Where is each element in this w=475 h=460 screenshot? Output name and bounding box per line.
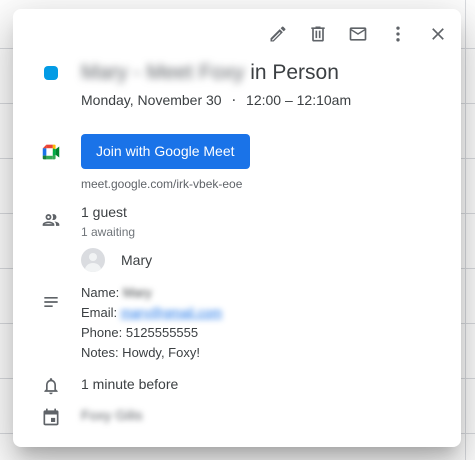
guest-count: 1 guest (81, 204, 127, 220)
color-square (44, 66, 58, 80)
guest-name: Mary (121, 252, 153, 268)
notification-bell-icon (44, 378, 58, 395)
avatar (81, 248, 105, 272)
mail-icon (349, 27, 367, 41)
bell-icon (39, 374, 63, 398)
event-title-redacted: Mary - Meet Foxy (81, 61, 245, 84)
name-value: Mary (122, 285, 152, 300)
guests-block: 1 guest 1 awaiting (81, 202, 445, 240)
event-calendar-icon (43, 408, 59, 426)
title-block: Mary - Meet Foxy in Person Monday, Novem… (81, 59, 445, 110)
trash-icon (311, 26, 325, 42)
group-icon (42, 214, 60, 226)
event-time: 12:00 – 12:10am (246, 92, 352, 108)
close-button[interactable] (425, 21, 451, 47)
meet-logo-icon (42, 144, 60, 160)
pencil-icon (270, 26, 286, 42)
join-google-meet-button[interactable]: Join with Google Meet (81, 134, 250, 169)
people-icon (39, 208, 63, 232)
event-datetime: Monday, November 30 ⋅ 12:00 – 12:10am (81, 90, 445, 110)
event-toolbar (251, 21, 451, 47)
description-block: Name: Mary Email: mary@gmail.com Phone: … (81, 283, 445, 363)
grid-line (465, 0, 466, 460)
guest-status: 1 awaiting (81, 225, 136, 239)
description-notes: Notes: Howdy, Foxy! (81, 345, 200, 360)
email-guests-button[interactable] (345, 21, 371, 47)
description-phone: Phone: 5125555555 (81, 325, 199, 340)
delete-event-button[interactable] (305, 21, 331, 47)
edit-event-button[interactable] (265, 21, 291, 47)
separator-dot: ⋅ (231, 92, 237, 108)
subject-icon (44, 297, 58, 307)
guest-item[interactable]: Mary (81, 248, 445, 272)
email-link[interactable]: mary@gmail.com (121, 305, 222, 320)
description-name: Name: Mary (81, 283, 445, 303)
description-email: Email: mary@gmail.com (81, 303, 445, 323)
email-label: Email: (81, 305, 121, 320)
calendar-name: Foxy Gilis (81, 407, 143, 423)
name-label: Name: (81, 285, 123, 300)
more-vert-icon (396, 26, 400, 42)
reminder-text: 1 minute before (81, 376, 179, 392)
meet-link[interactable]: meet.google.com/irk-vbek-eoe (81, 177, 445, 191)
event-title-suffix: in Person (244, 61, 339, 84)
meet-block: Join with Google Meet meet.google.com/ir… (81, 134, 445, 191)
close-icon (432, 28, 444, 40)
google-meet-icon (39, 140, 63, 164)
event-color-indicator (39, 61, 63, 85)
calendar-icon (39, 405, 63, 429)
notes-icon (39, 290, 63, 314)
event-details-popover: Mary - Meet Foxy in Person Monday, Novem… (13, 9, 461, 447)
event-date: Monday, November 30 (81, 92, 222, 108)
more-options-button[interactable] (385, 21, 411, 47)
event-title: Mary - Meet Foxy in Person (81, 59, 445, 87)
